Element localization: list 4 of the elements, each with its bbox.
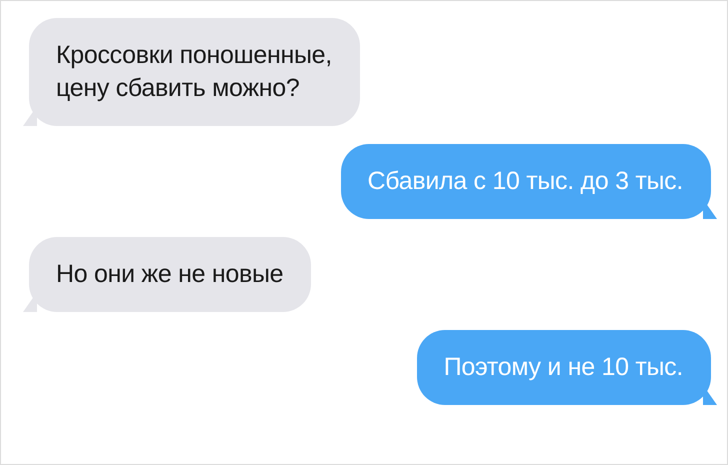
message-bubble: Кроссовки поношенные, цену сбавить можно? (29, 18, 360, 126)
message-bubble: Поэтому и не 10 тыс. (416, 330, 711, 405)
message-bubble: Сбавила с 10 тыс. до 3 тыс. (340, 144, 711, 219)
message-bubble: Но они же не новые (29, 237, 312, 312)
